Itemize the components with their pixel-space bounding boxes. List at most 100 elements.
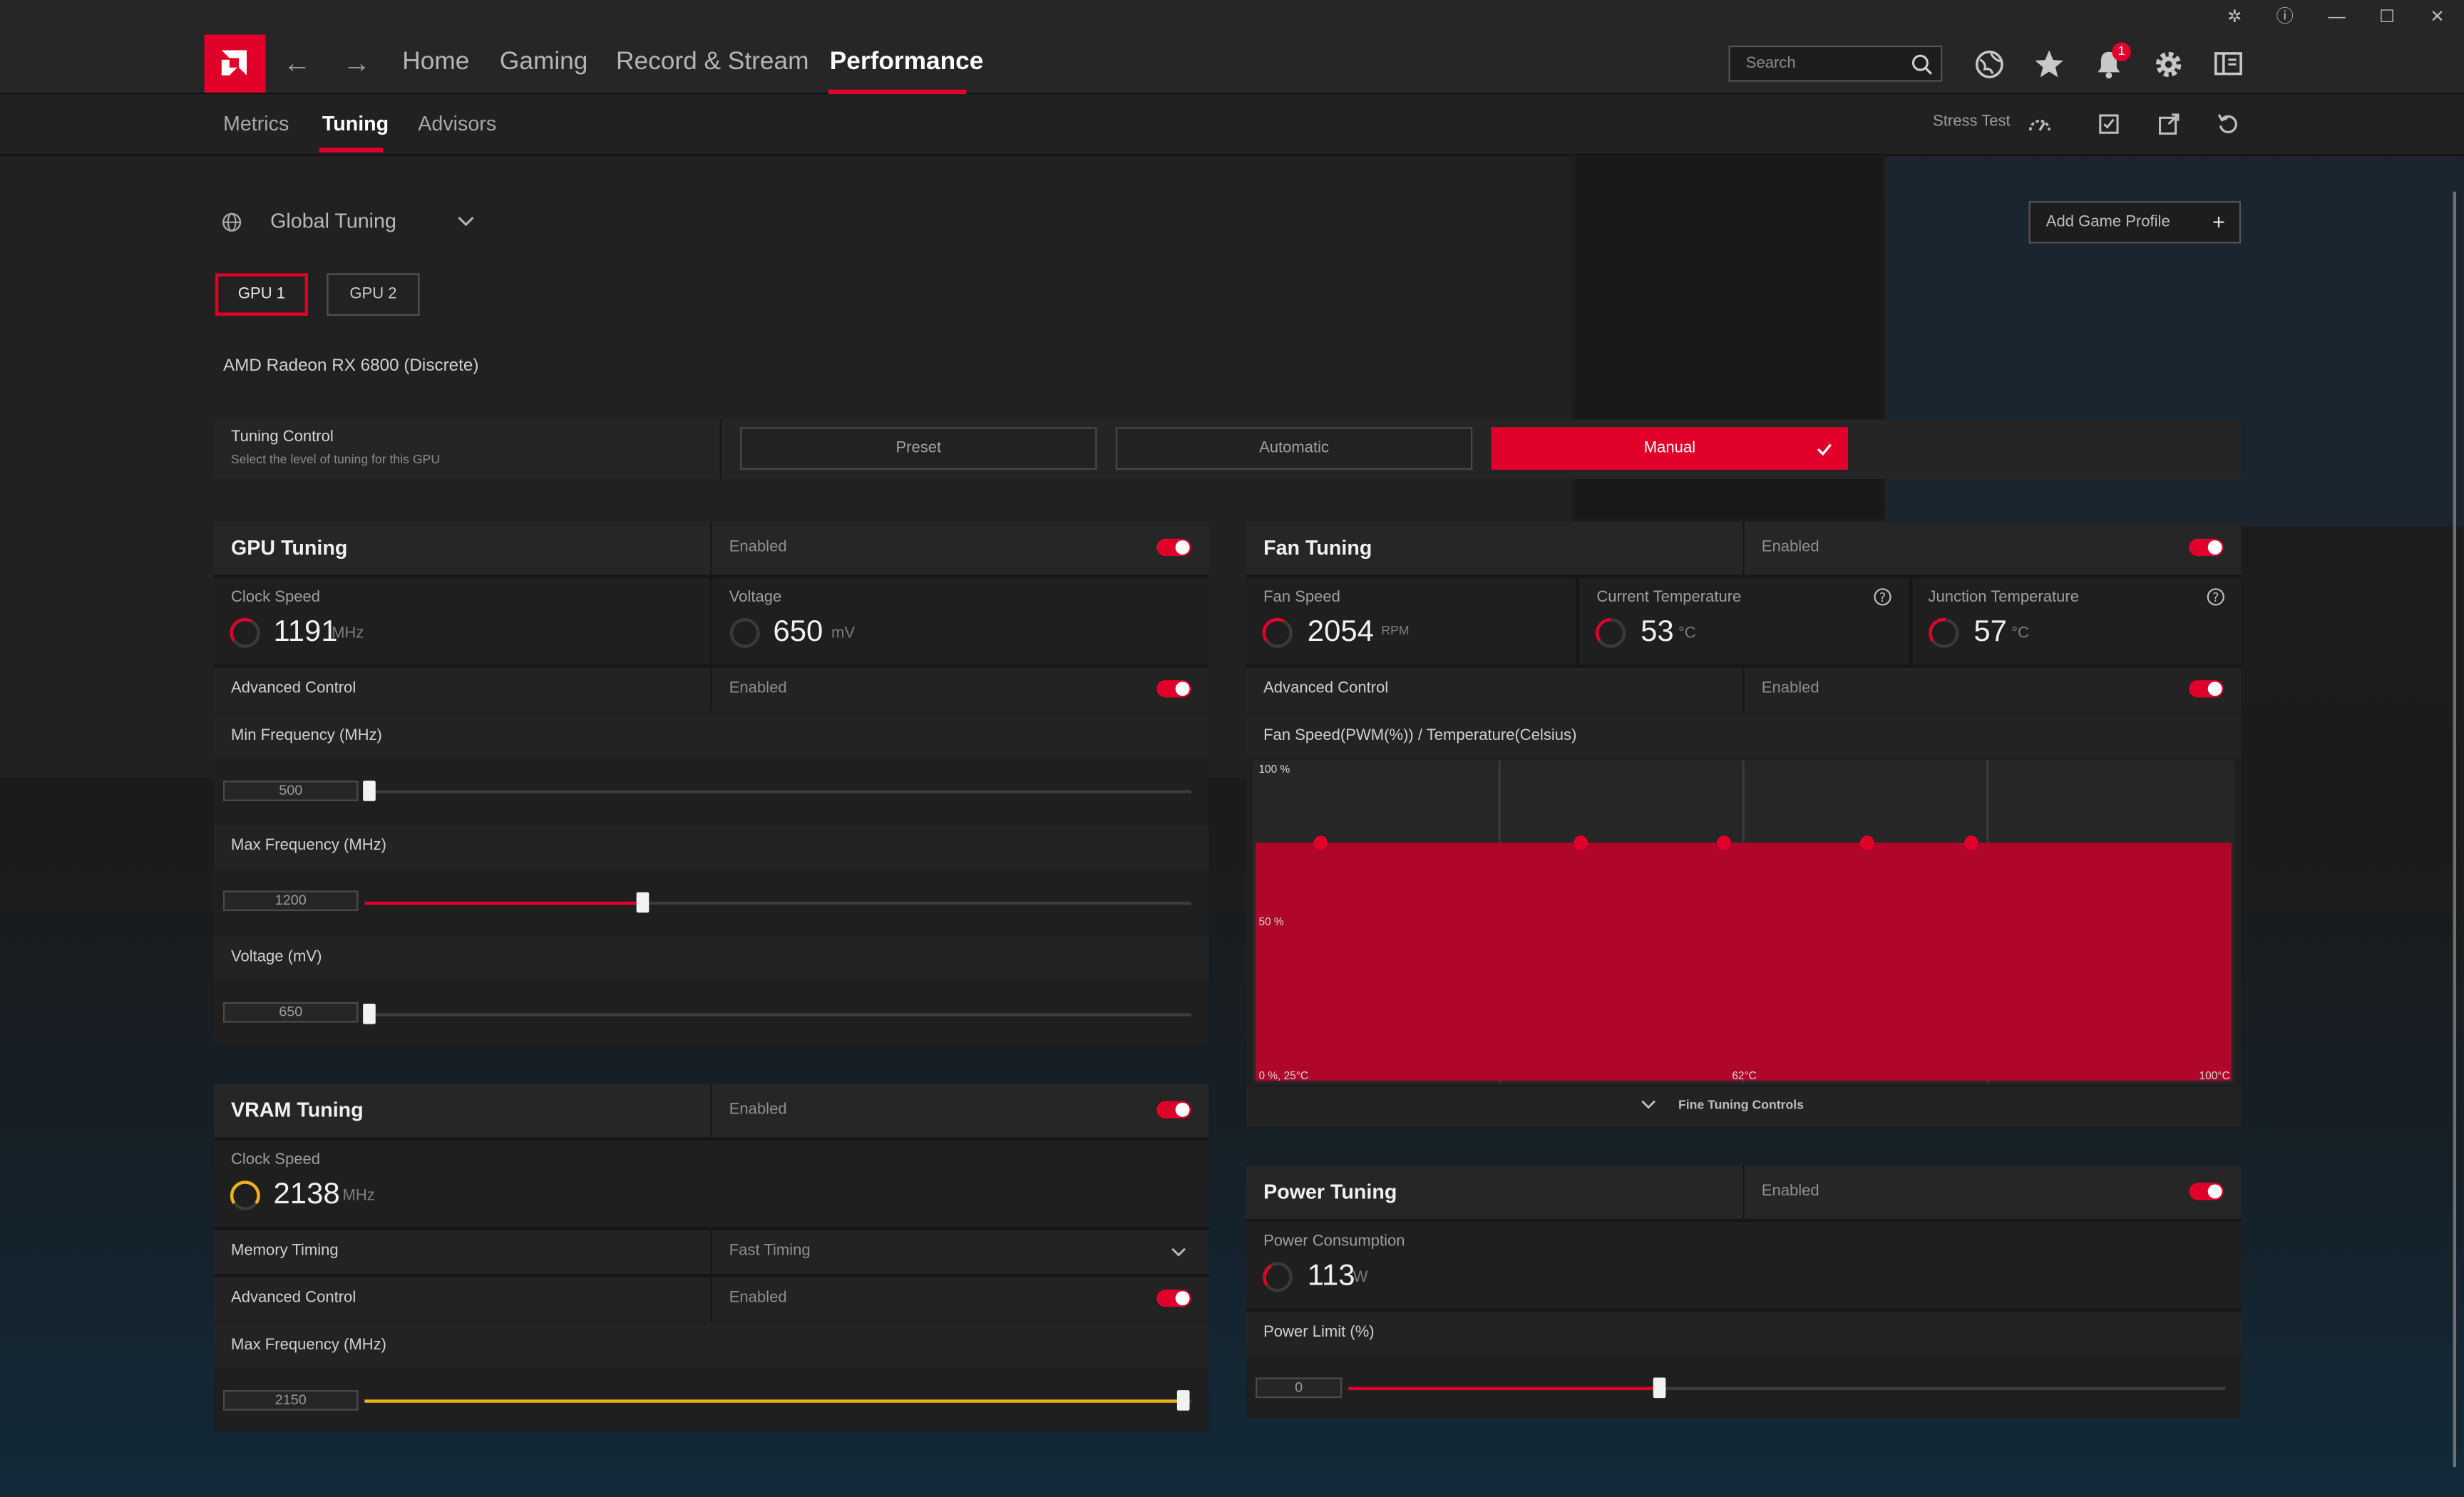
clock-speed-value: 1191 [273,615,338,649]
chevron-down-icon[interactable] [1171,1248,1186,1258]
divider [1246,575,2242,578]
max-frequency-input[interactable]: 1200 [222,890,359,912]
vram-advanced-control-toggle[interactable] [1156,1290,1191,1307]
stress-test-label[interactable]: Stress Test [1933,113,2011,130]
vram-max-frequency-slider-thumb[interactable] [1176,1390,1190,1411]
divider [1576,577,1580,665]
search-input[interactable]: Search [1728,45,1943,82]
tuning-control-subtitle: Select the level of tuning for this GPU [231,452,441,467]
x-axis-mid-label: 62°C [1732,1070,1756,1082]
chevron-down-icon[interactable] [457,215,474,228]
minimize-button[interactable]: — [2324,5,2349,30]
vram-max-frequency-input[interactable]: 2150 [222,1390,359,1411]
power-limit-input[interactable]: 0 [1256,1377,1343,1399]
settings-gear-icon[interactable] [2151,47,2185,81]
advanced-control-toggle[interactable] [1156,680,1191,698]
export-icon[interactable] [2156,111,2181,136]
divider [710,1277,712,1322]
fan-curve-point[interactable] [1313,835,1328,850]
power-limit-slider-thumb[interactable] [1653,1377,1667,1399]
chevron-down-icon[interactable] [1641,1099,1656,1110]
power-tuning-toggle[interactable] [2189,1183,2224,1200]
voltage-slider-input[interactable]: 650 [222,1002,359,1023]
nav-home[interactable]: Home [402,48,469,77]
svg-text:?: ? [1879,591,1886,605]
min-frequency-label: Min Frequency (MHz) [231,727,382,745]
nav-gaming[interactable]: Gaming [500,48,587,77]
fine-tuning-controls-label[interactable]: Fine Tuning Controls [1678,1098,1804,1112]
back-arrow-icon[interactable]: ← [283,47,312,80]
star-icon[interactable] [2032,47,2066,81]
save-profile-icon[interactable] [2096,111,2121,136]
tab-tuning[interactable]: Tuning [322,111,389,135]
fan-curve-point[interactable] [1574,835,1588,850]
max-frequency-slider-thumb[interactable] [635,892,649,913]
min-frequency-input[interactable]: 500 [222,781,359,801]
add-game-profile-button[interactable]: Add Game Profile + [2028,201,2242,244]
x-axis-right-label: 100°C [2199,1070,2230,1082]
divider [1742,667,1745,712]
preset-button[interactable]: Preset [740,427,1097,470]
min-frequency-slider-thumb[interactable] [363,781,376,801]
memory-timing-dropdown[interactable]: Fast Timing [729,1243,811,1260]
vram-max-frequency-fill [364,1399,1185,1403]
globe-icon[interactable] [1972,47,2006,81]
nav-record-stream[interactable]: Record & Stream [616,48,808,77]
y-axis-mid-label: 50 % [1258,916,1283,928]
manual-button[interactable]: Manual [1491,427,1849,470]
search-icon[interactable] [1911,53,1933,76]
power-limit-fill [1348,1387,1655,1391]
fan-advanced-control-label: Advanced Control [1263,680,1389,698]
nav-performance[interactable]: Performance [830,48,984,77]
gpu-tab-2[interactable]: GPU 2 [327,273,420,316]
bug-report-icon[interactable]: ✲ [2222,5,2247,30]
manual-label: Manual [1643,439,1696,458]
fan-curve-point[interactable] [1963,835,1978,850]
divider [1742,521,1745,575]
close-button[interactable]: ✕ [2425,5,2450,30]
divider [710,1230,712,1275]
add-game-profile-label: Add Game Profile [2045,213,2170,231]
fan-tuning-toggle[interactable] [2189,538,2224,557]
gpu-tab-1[interactable]: GPU 1 [215,273,309,316]
clock-speed-unit: MHz [332,624,364,643]
vram-clock-gauge-icon [230,1180,260,1210]
automatic-button[interactable]: Automatic [1115,427,1473,470]
fan-speed-value: 2054 [1307,615,1375,649]
help-icon[interactable]: ? [1873,587,1891,606]
vram-tuning-toggle[interactable] [1156,1101,1191,1118]
fan-curve-point[interactable] [1717,835,1731,850]
stress-test-gauge-icon[interactable] [2027,111,2052,136]
vram-clock-value: 2138 [273,1178,340,1211]
advanced-control-label: Advanced Control [231,680,356,698]
fan-curve-title: Fan Speed(PWM(%)) / Temperature(Celsius) [1263,727,1577,745]
tab-active-indicator [319,148,384,153]
forward-arrow-icon[interactable]: → [342,47,371,80]
fan-curve-point[interactable] [1859,835,1874,850]
sub-navigation: Metrics Tuning Advisors Stress Test [0,94,2464,156]
voltage-unit: mV [831,624,856,643]
junction-temperature-unit: °C [2011,624,2030,643]
max-frequency-fill [364,901,637,905]
fan-curve-chart[interactable]: 100 % 50 % 0 %, 25°C 62°C 100°C [1252,760,2235,1084]
top-navigation: ← → Home Gaming Record & Stream Performa… [0,34,2464,95]
sidebar-panel-icon[interactable] [2211,47,2245,81]
gpu-name: AMD Radeon RX 6800 (Discrete) [222,356,479,376]
x-axis-left-label: 0 %, 25°C [1258,1070,1308,1082]
tab-metrics[interactable]: Metrics [223,111,289,135]
reset-icon[interactable] [2216,111,2241,136]
voltage-slider-thumb[interactable] [363,1004,376,1024]
maximize-button[interactable]: ☐ [2374,5,2399,30]
vram-tuning-title: VRAM Tuning [231,1098,364,1122]
junction-temperature-gauge-icon [1929,617,1959,648]
tuning-control-title: Tuning Control [231,428,334,446]
scrollbar[interactable] [2453,191,2457,1468]
amd-logo[interactable] [204,34,266,93]
fan-advanced-control-toggle[interactable] [2189,680,2224,698]
tab-advisors[interactable]: Advisors [418,111,496,135]
help-icon[interactable]: ? [2207,587,2225,606]
help-icon[interactable]: ⓘ [2272,5,2297,30]
divider [710,577,712,665]
gpu-tuning-toggle[interactable] [1156,538,1191,557]
global-tuning-dropdown[interactable]: Global Tuning [270,209,396,232]
